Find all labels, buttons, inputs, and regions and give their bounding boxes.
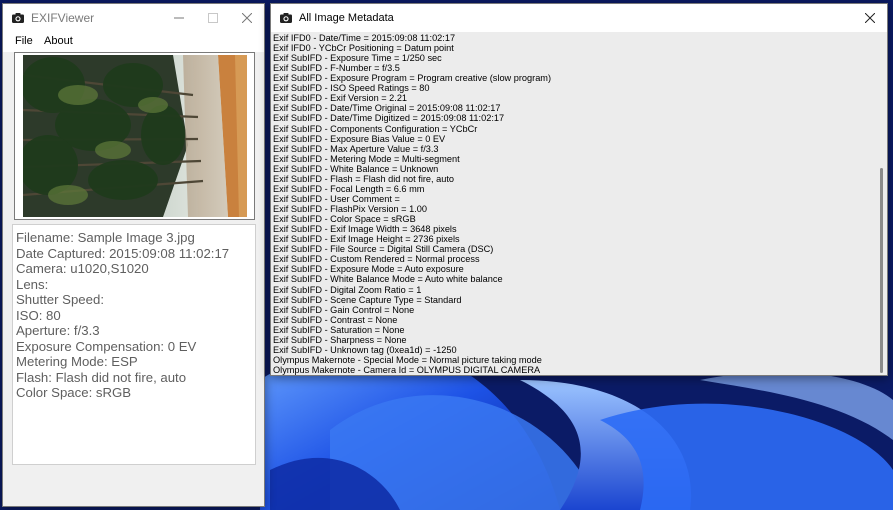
metadata-line: Exif SubIFD - White Balance = Unknown bbox=[273, 163, 439, 174]
metadata-line: Exif SubIFD - Exposure Time = 1/250 sec bbox=[273, 53, 442, 64]
scrollbar-thumb[interactable] bbox=[880, 168, 883, 373]
info-aperture: Aperture: f/3.3 bbox=[16, 323, 100, 338]
metadata-line: Exif SubIFD - Contrast = None bbox=[273, 314, 398, 325]
metadata-line: Olympus Makernote - Camera Id = OLYMPUS … bbox=[273, 364, 541, 375]
info-date-captured: Date Captured: 2015:09:08 11:02:17 bbox=[16, 245, 230, 261]
image-preview-frame bbox=[14, 52, 255, 220]
metadata-line: Exif SubIFD - File Source = Digital Stil… bbox=[273, 244, 494, 255]
metadata-line: Exif SubIFD - Color Space = sRGB bbox=[273, 214, 416, 225]
metadata-line: Exif SubIFD - Exposure Program = Program… bbox=[273, 73, 552, 84]
metadata-line: Exif SubIFD - Exposure Bias Value = 0 EV bbox=[273, 133, 446, 144]
metadata-line: Exif SubIFD - Unknown tag (0xea1d) = -12… bbox=[273, 344, 457, 355]
info-exposure-compensation: Exposure Compensation: 0 EV bbox=[16, 338, 197, 354]
info-filename: Filename: Sample Image 3.jpg bbox=[16, 230, 195, 245]
metadata-line: Exif SubIFD - Exposure Mode = Auto expos… bbox=[273, 264, 464, 275]
info-iso: ISO: 80 bbox=[16, 307, 61, 323]
metadata-line: Exif SubIFD - Max Aperture Value = f/3.3 bbox=[273, 143, 439, 154]
metadata-line: Exif SubIFD - User Comment = bbox=[273, 193, 400, 204]
metadata-line: Exif SubIFD - White Balance Mode = Auto … bbox=[273, 274, 503, 285]
vertical-scrollbar[interactable] bbox=[874, 32, 887, 375]
metadata-line: Exif SubIFD - Custom Rendered = Normal p… bbox=[273, 254, 480, 265]
metadata-line: Exif SubIFD - Saturation = None bbox=[273, 324, 405, 335]
image-preview bbox=[23, 55, 247, 217]
window-title: EXIFViewer bbox=[31, 11, 95, 25]
metadata-line: Exif SubIFD - Exif Image Height = 2736 p… bbox=[273, 234, 460, 245]
close-button[interactable] bbox=[230, 4, 264, 32]
menu-file[interactable]: File bbox=[15, 35, 33, 47]
info-camera: Camera: u1020,S1020 bbox=[16, 261, 149, 276]
camera-icon bbox=[280, 13, 292, 23]
minimize-icon bbox=[174, 17, 184, 19]
info-metering-mode: Metering Mode: ESP bbox=[16, 354, 138, 369]
minimize-button[interactable] bbox=[162, 4, 196, 32]
metadata-line: Exif SubIFD - Metering Mode = Multi-segm… bbox=[273, 153, 460, 164]
maximize-button[interactable] bbox=[196, 4, 230, 32]
metadata-line: Exif SubIFD - Gain Control = None bbox=[273, 304, 415, 315]
close-button[interactable] bbox=[853, 4, 887, 32]
metadata-line: Exif SubIFD - Date/Time Digitized = 2015… bbox=[273, 113, 505, 124]
metadata-line: Exif SubIFD - Components Configuration =… bbox=[273, 123, 478, 134]
window-title: All Image Metadata bbox=[299, 12, 394, 24]
maximize-icon bbox=[208, 13, 218, 23]
camera-icon bbox=[12, 13, 24, 23]
metadata-line: Exif IFD0 - YCbCr Positioning = Datum po… bbox=[273, 43, 454, 54]
metadata-line: Exif IFD0 - Date/Time = 2015:09:08 11:02… bbox=[273, 33, 456, 43]
metadata-line: Olympus Makernote - Special Mode = Norma… bbox=[273, 354, 542, 365]
metadata-list-area[interactable]: Exif IFD0 - Date/Time = 2015:09:08 11:02… bbox=[271, 32, 887, 375]
metadata-titlebar[interactable]: All Image Metadata bbox=[271, 4, 887, 32]
menu-bar: File About bbox=[3, 32, 264, 52]
info-color-space: Color Space: sRGB bbox=[16, 385, 132, 400]
metadata-line: Exif SubIFD - ISO Speed Ratings = 80 bbox=[273, 83, 430, 94]
metadata-line: Exif SubIFD - Focal Length = 6.6 mm bbox=[273, 183, 425, 194]
metadata-line: Exif SubIFD - F-Number = f/3.5 bbox=[273, 63, 400, 74]
exif-summary-box: Filename: Sample Image 3.jpg Date Captur… bbox=[12, 224, 256, 465]
close-icon bbox=[242, 13, 252, 23]
metadata-line: Exif SubIFD - Flash = Flash did not fire… bbox=[273, 173, 455, 184]
metadata-line: Exif SubIFD - Scene Capture Type = Stand… bbox=[273, 294, 462, 305]
metadata-line: Exif SubIFD - Digital Zoom Ratio = 1 bbox=[273, 284, 422, 295]
metadata-line: Exif SubIFD - FlashPix Version = 1.00 bbox=[273, 204, 427, 215]
metadata-line: Exif SubIFD - Exif Version = 2.21 bbox=[273, 93, 408, 104]
metadata-line: Exif SubIFD - Exif Image Width = 3648 pi… bbox=[273, 224, 457, 235]
metadata-line: Exif SubIFD - Date/Time Original = 2015:… bbox=[273, 103, 501, 114]
exif-viewer-window: EXIFViewer File About Filename: Sample I… bbox=[2, 3, 265, 507]
metadata-window: All Image Metadata Exif IFD0 - Date/Time… bbox=[270, 3, 888, 376]
exif-viewer-client: Filename: Sample Image 3.jpg Date Captur… bbox=[3, 52, 264, 506]
info-lens: Lens: bbox=[16, 276, 49, 292]
close-icon bbox=[865, 13, 875, 23]
metadata-line: Exif SubIFD - Sharpness = None bbox=[273, 334, 407, 345]
info-shutter-speed: Shutter Speed: bbox=[16, 292, 104, 307]
menu-about[interactable]: About bbox=[44, 35, 73, 47]
info-flash: Flash: Flash did not fire, auto bbox=[16, 369, 187, 385]
exif-viewer-titlebar[interactable]: EXIFViewer bbox=[3, 4, 264, 32]
